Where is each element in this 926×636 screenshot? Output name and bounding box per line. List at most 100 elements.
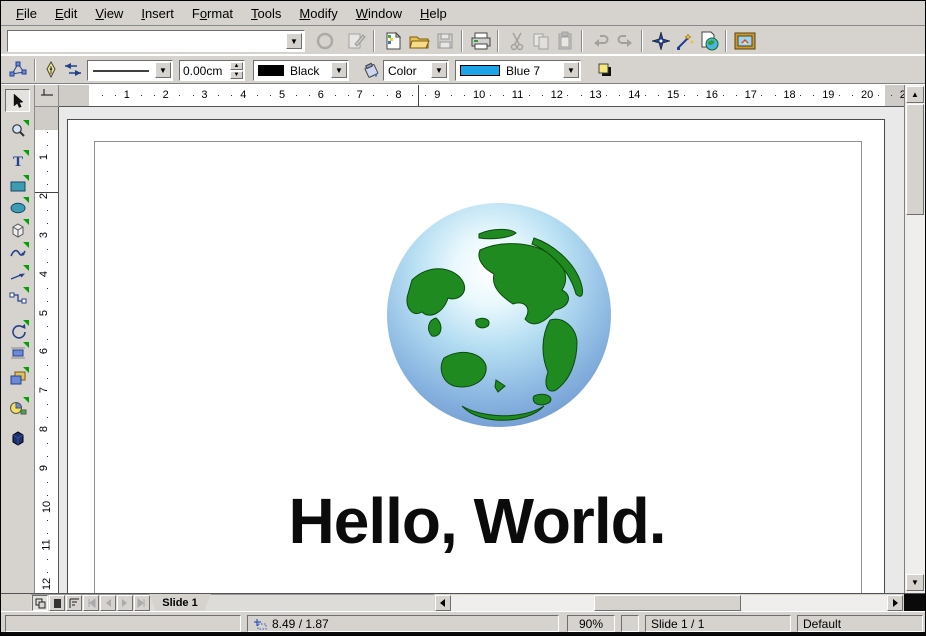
ruler-origin-box[interactable]	[35, 85, 59, 107]
previous-slide-button[interactable]	[100, 595, 116, 611]
slide-view-button[interactable]	[32, 595, 48, 611]
web-document-button[interactable]	[697, 29, 721, 53]
menu-file[interactable]: File	[7, 3, 46, 24]
tool-connector-button[interactable]	[5, 286, 30, 309]
menu-modify[interactable]: Modify	[290, 3, 346, 24]
horizontal-ruler[interactable]: 123456789101112131415161718192021	[59, 85, 904, 107]
tool-rotate-button[interactable]	[5, 319, 30, 342]
scroll-down-button[interactable]: ▼	[906, 574, 924, 591]
print-button[interactable]	[469, 29, 493, 53]
gallery-button[interactable]	[733, 29, 757, 53]
line-width-input[interactable]	[183, 63, 229, 78]
tool-arrange-button[interactable]	[5, 366, 30, 389]
horizontal-scroll-thumb[interactable]	[594, 595, 741, 611]
last-slide-button[interactable]	[134, 595, 150, 611]
app-window: File Edit View Insert Format Tools Modif…	[0, 0, 926, 636]
line-width-spinner[interactable]: ▲ ▼	[179, 60, 245, 81]
ruler-mark	[619, 95, 620, 96]
svg-text:T: T	[12, 154, 22, 169]
hscroll-left-button[interactable]	[435, 595, 451, 611]
new-document-button[interactable]	[381, 29, 405, 53]
tab-row: Slide 1	[1, 593, 925, 611]
tool-insert-button[interactable]	[5, 396, 30, 419]
tab-slide-1[interactable]: Slide 1	[149, 594, 211, 611]
fill-type-dropdown-arrow[interactable]: ▼	[431, 62, 447, 78]
tool-zoom-button[interactable]	[5, 119, 30, 142]
drawing-canvas[interactable]: Hello, World.	[59, 107, 904, 593]
hscroll-right-button[interactable]	[887, 595, 903, 611]
window-resize-corner[interactable]	[904, 594, 926, 612]
pen-line-button[interactable]	[39, 58, 63, 82]
ruler-mark: 18	[783, 89, 795, 101]
line-width-up-button[interactable]: ▲	[230, 62, 243, 70]
tool-curve-button[interactable]	[5, 241, 30, 264]
arrow-style-button[interactable]	[61, 58, 85, 82]
fill-type-combobox[interactable]: Color ▼	[383, 60, 449, 81]
tool-alignment-button[interactable]	[5, 341, 30, 364]
url-combobox[interactable]: ▼	[7, 30, 305, 52]
scroll-up-button[interactable]: ▲	[906, 86, 924, 103]
tool-select-button[interactable]	[5, 89, 30, 112]
status-position-field[interactable]: 8.49 / 1.87	[247, 615, 559, 632]
ruler-mark	[813, 95, 814, 96]
tab-slide-1-label: Slide 1	[162, 597, 197, 609]
first-slide-button[interactable]	[83, 595, 99, 611]
tool-ellipse-button[interactable]	[5, 196, 30, 219]
fill-color-combobox[interactable]: Blue 7 ▼	[455, 60, 581, 81]
ruler-mark: 12	[551, 89, 563, 101]
undo-icon	[589, 29, 613, 53]
vertical-scrollbar[interactable]: ▲ ▼	[904, 85, 925, 593]
master-view-button[interactable]	[49, 595, 65, 611]
ruler-mark	[47, 301, 48, 302]
open-document-button[interactable]	[407, 29, 431, 53]
shadow-button[interactable]	[593, 58, 617, 82]
template-field[interactable]: Default	[797, 615, 923, 632]
globe-image[interactable]	[384, 200, 614, 430]
tool-effects-button[interactable]	[5, 426, 30, 449]
ruler-mark: 11	[512, 89, 523, 101]
line-color-combobox[interactable]: Black ▼	[253, 60, 349, 81]
edit-points-button[interactable]	[6, 58, 30, 82]
function-toolbar: ▼	[1, 27, 925, 55]
tool-3d-objects-button[interactable]	[5, 218, 30, 241]
ruler-mark	[373, 95, 374, 96]
ruler-mark	[47, 339, 48, 340]
layer-view-button[interactable]	[66, 595, 82, 611]
slide-info-field[interactable]: Slide 1 / 1	[645, 615, 791, 632]
ruler-mark	[47, 365, 48, 366]
menu-edit[interactable]: Edit	[46, 3, 86, 24]
copy-icon	[529, 29, 553, 53]
tool-rectangle-button[interactable]	[5, 174, 30, 197]
ruler-mark	[47, 171, 48, 172]
menu-help[interactable]: Help	[411, 3, 456, 24]
ruler-mark: 10	[473, 89, 485, 101]
autopilot-button[interactable]	[673, 29, 697, 53]
slide-title-text[interactable]: Hello, World.	[68, 484, 886, 558]
next-slide-button[interactable]	[117, 595, 133, 611]
navigator-button[interactable]	[649, 29, 673, 53]
line-style-combobox[interactable]: ▼	[87, 60, 173, 81]
menu-view[interactable]: View	[86, 3, 132, 24]
vertical-scroll-thumb[interactable]	[906, 104, 924, 215]
h-ruler-page-band	[89, 85, 885, 107]
slide-page[interactable]: Hello, World.	[67, 119, 885, 593]
zoom-field[interactable]: 90%	[567, 615, 615, 632]
fill-color-dropdown-arrow[interactable]: ▼	[563, 62, 579, 78]
line-style-dropdown-arrow[interactable]: ▼	[155, 62, 171, 78]
tool-text-button[interactable]: T	[5, 149, 30, 172]
menu-format[interactable]: Format	[183, 3, 242, 24]
menu-window[interactable]: Window	[347, 3, 411, 24]
menu-tools[interactable]: Tools	[242, 3, 290, 24]
line-color-dropdown-arrow[interactable]: ▼	[331, 62, 347, 78]
horizontal-scrollbar[interactable]	[451, 595, 887, 611]
line-width-down-button[interactable]: ▼	[230, 71, 243, 79]
slide-info-value: Slide 1 / 1	[651, 617, 704, 631]
tool-lines-arrows-button[interactable]	[5, 264, 30, 287]
url-input[interactable]	[10, 33, 286, 49]
fill-style-button[interactable]	[359, 58, 383, 82]
url-dropdown-arrow[interactable]: ▼	[286, 33, 302, 49]
ruler-mark	[115, 95, 116, 96]
vertical-ruler[interactable]: 123456789101112	[35, 107, 59, 593]
menu-insert[interactable]: Insert	[132, 3, 183, 24]
ruler-mark: 3	[201, 89, 207, 101]
